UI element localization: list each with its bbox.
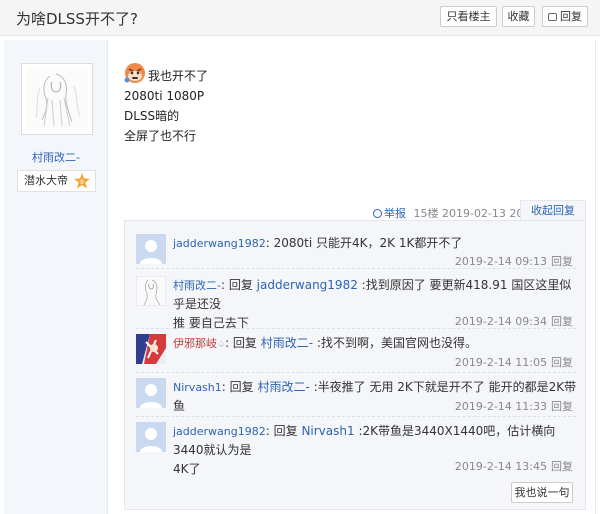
favorite-button[interactable]: 收藏 <box>502 6 535 27</box>
reply-item: Nirvash1: 回复 村雨改二- :半夜推了 无用 2K下就是开不了 能开的… <box>136 378 581 413</box>
reply-target-link[interactable]: Nirvash1 <box>301 424 354 438</box>
reply-button[interactable]: 回复 <box>542 6 588 27</box>
reply-meta: 2019-2-14 13:45 回复 <box>455 458 573 474</box>
reply-username[interactable]: Nirvash1 <box>173 381 222 394</box>
reply-target-link[interactable]: 村雨改二- <box>257 380 309 394</box>
reply-prefix: : 回复 <box>220 278 257 292</box>
reply-item: jadderwang1982: 回复 Nirvash1 :2K带鱼是3440X1… <box>136 422 581 476</box>
post-line-3: DLSS暗的 <box>124 109 180 123</box>
reply-prefix: : 回复 <box>225 336 261 350</box>
reply-text: :找不到啊，美国官网也没得。 <box>313 336 477 350</box>
reply-divider <box>136 372 576 373</box>
reply-target-link[interactable]: 村雨改二- <box>261 336 313 350</box>
angry-face-icon <box>124 63 145 83</box>
thread-header: 为啥DLSS开不了? 只看楼主 收藏 回复 <box>0 0 600 36</box>
reply-time: 2019-2-14 11:05 <box>454 356 547 369</box>
reply-meta: 2019-2-14 11:05 回复 <box>455 354 573 370</box>
reply-divider <box>136 328 576 329</box>
author-avatar[interactable] <box>21 63 93 135</box>
post-text: 我也开不了 <box>148 69 209 83</box>
report-label: 举报 <box>384 207 406 220</box>
reply-item: 村雨改二-: 回复 jadderwang1982 :找到原因了 要更新418.9… <box>136 276 581 330</box>
anime-character-avatar[interactable] <box>136 334 166 364</box>
reply-text-continued: 4K了 <box>173 462 201 476</box>
author-name[interactable]: 村雨改二- <box>0 149 112 165</box>
reply-body: jadderwang1982: 2080ti 只能开4K，2K 1K都开不了 <box>173 234 577 253</box>
floor-number: 15楼 <box>413 207 439 220</box>
post-line-4: 全屏了也不行 <box>124 129 197 143</box>
reply-item: 伊邪那岐♤: 回复 村雨改二- :找不到啊，美国官网也没得。 2019-2-14… <box>136 334 581 369</box>
reply-meta: 2019-2-14 11:33 回复 <box>455 398 573 414</box>
post-line-2: 2080ti 1080P <box>124 89 205 103</box>
anime-sketch-avatar[interactable] <box>136 276 166 306</box>
author-rank-badge: 潜水大帝 8 <box>17 170 96 192</box>
reply-username[interactable]: jadderwang1982 <box>173 425 266 438</box>
reply-username[interactable]: jadderwang1982 <box>173 237 266 250</box>
reply-prefix: : 回复 <box>265 424 302 438</box>
post-line-1: 我也开不了 <box>124 62 208 86</box>
reply-meta: 2019-2-14 09:13 回复 <box>455 253 573 269</box>
level-number: 8 <box>80 179 84 186</box>
post-meta: 举报 15楼 2019-02-13 20:01 <box>373 205 541 221</box>
default-avatar[interactable] <box>136 422 166 452</box>
reply-divider <box>136 268 576 269</box>
collapse-replies-tab[interactable]: 收起回复 <box>520 200 586 221</box>
reply-action[interactable]: 回复 <box>551 460 573 473</box>
reply-time: 2019-2-14 09:13 <box>454 255 547 268</box>
reply-text: : 2080ti 只能开4K，2K 1K都开不了 <box>265 236 463 250</box>
reply-button-label: 回复 <box>560 10 582 23</box>
reply-action[interactable]: 回复 <box>551 356 573 369</box>
reply-action[interactable]: 回复 <box>551 315 573 328</box>
reply-meta: 2019-2-14 09:34 回复 <box>455 313 573 329</box>
level-star-icon: 8 <box>74 173 90 189</box>
report-link[interactable]: 举报 <box>373 207 406 220</box>
reply-username[interactable]: 伊邪那岐 <box>173 337 217 350</box>
user-badge-icon: ♤ <box>217 340 226 350</box>
reply-prefix: : 回复 <box>221 380 258 394</box>
reply-time: 2019-2-14 13:45 <box>454 460 547 473</box>
only-op-button[interactable]: 只看楼主 <box>440 6 497 27</box>
reply-item: jadderwang1982: 2080ti 只能开4K，2K 1K都开不了 2… <box>136 234 581 268</box>
reply-target-link[interactable]: jadderwang1982 <box>257 278 358 292</box>
reply-action[interactable]: 回复 <box>551 255 573 268</box>
default-avatar[interactable] <box>136 378 166 408</box>
default-avatar[interactable] <box>136 234 166 264</box>
reply-body: 伊邪那岐♤: 回复 村雨改二- :找不到啊，美国官网也没得。 <box>173 334 577 355</box>
anime-girl-sketch-icon <box>35 73 81 127</box>
comment-icon <box>548 13 557 21</box>
reply-time: 2019-2-14 11:33 <box>454 400 547 413</box>
reply-action[interactable]: 回复 <box>551 400 573 413</box>
reply-username[interactable]: 村雨改二- <box>173 279 221 292</box>
thread-title: 为啥DLSS开不了? <box>16 10 138 28</box>
add-comment-button[interactable]: 我也说一句 <box>511 482 573 503</box>
post-content: 我也开不了 2080ti 1080P DLSS暗的 全屏了也不行 <box>124 62 208 146</box>
reply-divider <box>136 416 576 417</box>
rank-title: 潜水大帝 <box>24 174 68 187</box>
warning-icon <box>373 209 382 218</box>
reply-time: 2019-2-14 09:34 <box>454 315 547 328</box>
